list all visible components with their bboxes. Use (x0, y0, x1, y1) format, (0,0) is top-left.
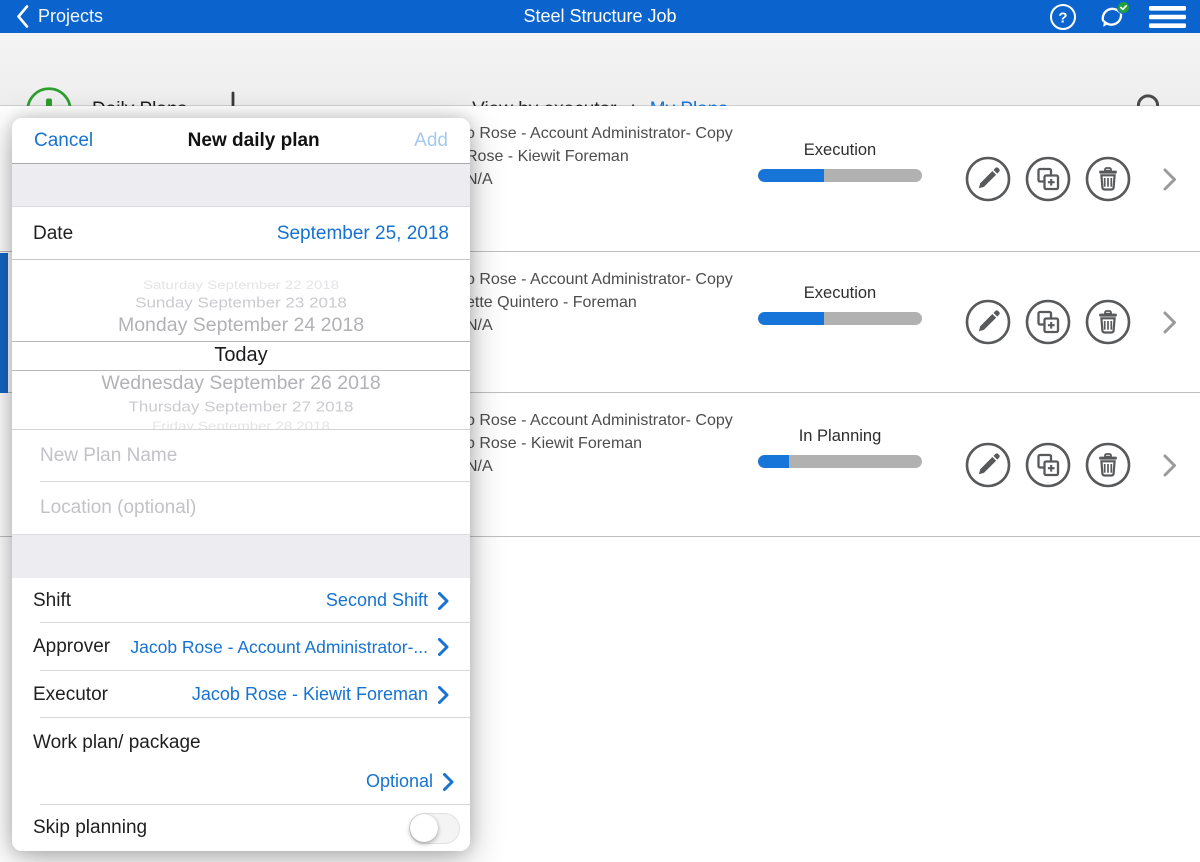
plan-executor-text: ette Quintero - Foreman (466, 291, 733, 314)
plan-status: Execution (758, 141, 922, 182)
duplicate-icon[interactable] (1025, 156, 1071, 202)
plan-location-text: N/A (466, 314, 733, 337)
delete-icon[interactable] (1085, 156, 1131, 202)
executor-row[interactable]: Executor Jacob Rose - Kiewit Foreman (12, 671, 470, 718)
plan-approver-text: o Rose - Account Administrator- Copy (466, 268, 733, 291)
picker-item[interactable]: Sunday September 23 2018 (12, 294, 470, 311)
date-row[interactable]: Date September 25, 2018 (12, 207, 470, 260)
chevron-right-icon (438, 638, 449, 656)
svg-text:?: ? (1058, 9, 1067, 26)
chevron-right-icon[interactable] (1163, 311, 1177, 334)
work-plan-row[interactable]: Work plan/ package Optional (12, 718, 470, 805)
skip-planning-label: Skip planning (33, 817, 147, 839)
status-label: Execution (758, 284, 922, 303)
progress-fill (758, 312, 824, 325)
work-plan-value[interactable]: Optional (366, 771, 433, 792)
edit-icon[interactable] (965, 442, 1011, 488)
selected-row-indicator (0, 253, 8, 393)
status-label: In Planning (758, 427, 922, 446)
executor-label: Executor (33, 684, 108, 706)
plan-details: o Rose - Account Administrator- Copy o R… (466, 409, 733, 478)
chevron-right-icon (438, 592, 449, 610)
picker-divider (12, 341, 470, 342)
plan-details: o Rose - Account Administrator- Copy Ros… (466, 122, 733, 191)
picker-item[interactable]: Wednesday September 26 2018 (12, 372, 470, 395)
spacer (12, 534, 470, 578)
progress-bar (758, 455, 922, 468)
shift-row[interactable]: Shift Second Shift (12, 578, 470, 623)
plan-details: o Rose - Account Administrator- Copy ett… (466, 268, 733, 337)
spacer (12, 164, 470, 207)
plan-approver-text: o Rose - Account Administrator- Copy (466, 409, 733, 432)
popover-title: New daily plan (188, 130, 320, 152)
picker-item[interactable]: Monday September 24 2018 (12, 314, 470, 337)
daily-plans-toolbar: Daily Plans View by executor:My Plans (0, 33, 1200, 106)
work-plan-label: Work plan/ package (33, 732, 201, 754)
help-icon[interactable]: ? (1049, 3, 1077, 31)
date-value[interactable]: September 25, 2018 (277, 223, 449, 245)
delete-icon[interactable] (1085, 442, 1131, 488)
skip-planning-row: Skip planning (12, 805, 470, 851)
shift-label: Shift (33, 590, 71, 612)
plan-status: Execution (758, 284, 922, 325)
hamburger-menu-icon[interactable] (1149, 5, 1186, 29)
sync-icon[interactable] (1095, 1, 1131, 32)
approver-value[interactable]: Jacob Rose - Account Administrator-... (130, 637, 428, 658)
plan-status: In Planning (758, 427, 922, 468)
popover-header: Cancel New daily plan Add (12, 118, 470, 164)
plan-location-text: N/A (466, 455, 733, 478)
chevron-right-icon[interactable] (1163, 454, 1177, 477)
top-navigation-bar: Projects Steel Structure Job ? (0, 0, 1200, 33)
plan-executor-text: Rose - Kiewit Foreman (466, 145, 733, 168)
location-field[interactable]: Location (optional) (12, 482, 470, 534)
progress-bar (758, 169, 922, 182)
plan-executor-text: o Rose - Kiewit Foreman (466, 432, 733, 455)
plan-approver-text: o Rose - Account Administrator- Copy (466, 122, 733, 145)
chevron-right-icon[interactable] (1163, 168, 1177, 191)
picker-item-selected[interactable]: Today (12, 344, 470, 367)
picker-item[interactable]: Thursday September 27 2018 (12, 398, 470, 415)
progress-bar (758, 312, 922, 325)
chevron-right-icon (443, 773, 454, 791)
executor-value[interactable]: Jacob Rose - Kiewit Foreman (192, 684, 428, 705)
chevron-right-icon (438, 686, 449, 704)
date-picker-wheel[interactable]: Saturday September 22 2018 Sunday Septem… (12, 260, 470, 430)
shift-value[interactable]: Second Shift (326, 590, 428, 611)
approver-row[interactable]: Approver Jacob Rose - Account Administra… (12, 623, 470, 671)
picker-divider (12, 370, 470, 371)
page-title: Steel Structure Job (0, 6, 1200, 27)
progress-fill (758, 169, 824, 182)
skip-planning-toggle[interactable] (409, 813, 460, 844)
add-button[interactable]: Add (414, 130, 448, 152)
cancel-button[interactable]: Cancel (34, 130, 93, 152)
duplicate-icon[interactable] (1025, 299, 1071, 345)
picker-item[interactable]: Saturday September 22 2018 (12, 279, 470, 292)
picker-item[interactable]: Friday September 28 2018 (12, 420, 470, 430)
delete-icon[interactable] (1085, 299, 1131, 345)
status-label: Execution (758, 141, 922, 160)
location-placeholder: Location (optional) (40, 497, 196, 519)
progress-fill (758, 455, 789, 468)
new-daily-plan-popover: Cancel New daily plan Add Date September… (12, 118, 470, 851)
date-label: Date (33, 223, 73, 245)
plan-name-placeholder: New Plan Name (40, 445, 177, 467)
edit-icon[interactable] (965, 156, 1011, 202)
edit-icon[interactable] (965, 299, 1011, 345)
toggle-knob (410, 814, 438, 842)
plan-location-text: N/A (466, 168, 733, 191)
approver-label: Approver (33, 636, 110, 658)
plan-name-field[interactable]: New Plan Name (12, 430, 470, 482)
duplicate-icon[interactable] (1025, 442, 1071, 488)
